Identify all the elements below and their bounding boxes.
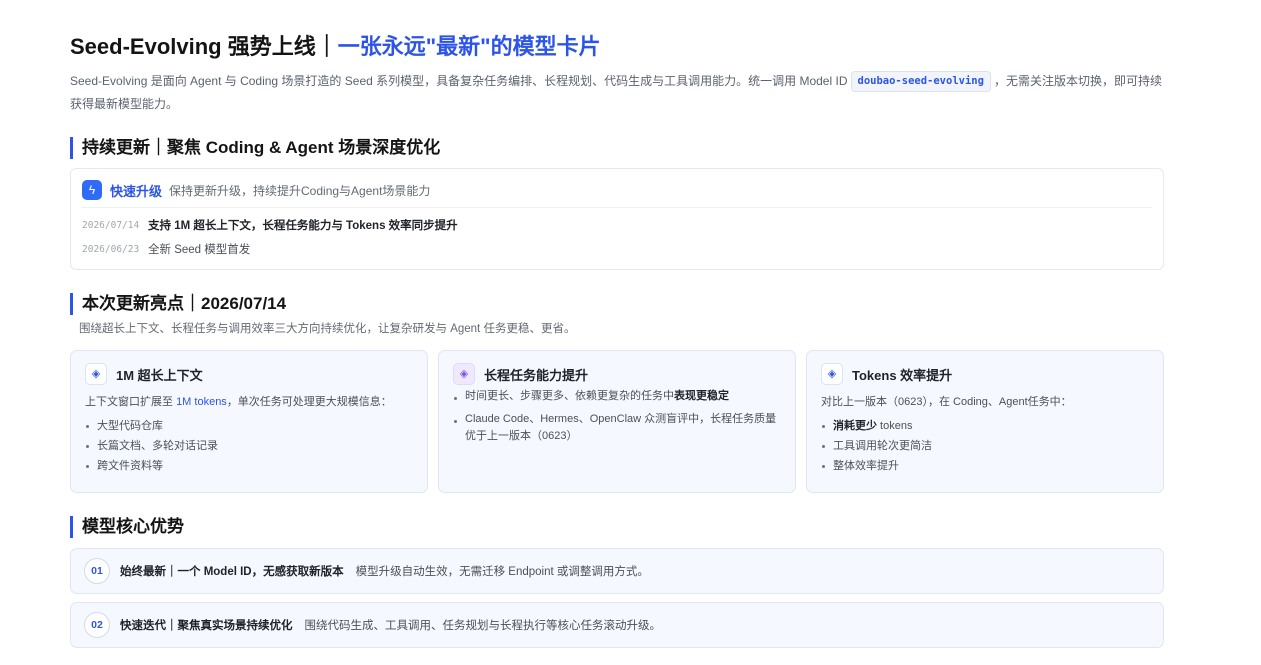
diamond-icon: ◈ (453, 363, 475, 385)
list-item: 时间更长、步骤更多、依赖更复杂的任务中表现更稳定 (453, 388, 781, 405)
list-item: 工具调用轮次更简洁 (821, 436, 1149, 456)
model-card-page: Seed-Evolving 强势上线｜一张永远"最新"的模型卡片 Seed-Ev… (70, 34, 1164, 648)
list-item: 跨文件资料等 (85, 456, 413, 476)
advantage-desc: 围绕代码生成、工具调用、任务规划与长程执行等核心任务滚动升级。 (304, 620, 662, 632)
list-item: 大型代码仓库 (85, 416, 413, 436)
feature-card-header: ◈ 长程任务能力提升 (453, 363, 781, 385)
list-item: Claude Code、Hermes、OpenClaw 众测盲评中，长程任务质量… (453, 411, 781, 445)
advantage-number: 01 (84, 558, 110, 584)
feature-card-title: Tokens 效率提升 (852, 367, 953, 383)
feature-card-lead: 上下文窗口扩展至 1M tokens，单次任务可处理更大规模信息： (85, 393, 413, 411)
log-row: 2026/06/23 全新 Seed 模型首发 (82, 242, 1152, 257)
log-date: 2026/06/23 (82, 243, 140, 255)
intro-text-before: Seed-Evolving 是面向 Agent 与 Coding 场景打造的 S… (70, 74, 848, 88)
update-divider (82, 207, 1152, 208)
advantage-desc: 模型升级自动生效，无需迁移 Endpoint 或调整调用方式。 (355, 566, 649, 578)
feature-card-tokens: ◈ Tokens 效率提升 对比上一版本（0623），在 Coding、Agen… (806, 350, 1164, 493)
page-title: Seed-Evolving 强势上线｜一张永远"最新"的模型卡片 (70, 34, 1164, 60)
feature-bullet-list: 大型代码仓库 长篇文档、多轮对话记录 跨文件资料等 (85, 416, 413, 476)
list-item: 消耗更少 tokens (821, 416, 1149, 436)
log-date: 2026/07/14 (82, 219, 140, 231)
list-item-text: tokens (877, 420, 913, 432)
section-title-highlights: 本次更新亮点｜2026/07/14 (70, 293, 1164, 315)
feature-bullet-list: 时间更长、步骤更多、依赖更复杂的任务中表现更稳定 Claude Code、Her… (453, 388, 781, 445)
feature-cards: ◈ 1M 超长上下文 上下文窗口扩展至 1M tokens，单次任务可处理更大规… (70, 350, 1164, 493)
log-text: 支持 1M 超长上下文，长程任务能力与 Tokens 效率同步提升 (148, 220, 458, 232)
lead-text: ，单次任务可处理更大规模信息： (226, 396, 392, 408)
feature-card-title: 长程任务能力提升 (484, 367, 589, 383)
update-card: ϟ 快速升级 保持更新升级，持续提升Coding与Agent场景能力 2026/… (70, 168, 1164, 270)
diamond-icon: ◈ (821, 363, 843, 385)
intro-paragraph: Seed-Evolving 是面向 Agent 与 Coding 场景打造的 S… (70, 70, 1164, 116)
list-item-text: 时间更长、步骤更多、依赖更复杂的任务中 (465, 390, 674, 402)
feature-card-lead: 对比上一版本（0623），在 Coding、Agent任务中： (821, 396, 1072, 408)
log-text: 全新 Seed 模型首发 (148, 244, 251, 256)
update-badge-name: 快速升级 (110, 183, 163, 199)
feature-card-title: 1M 超长上下文 (116, 367, 203, 383)
advantage-row: 01 始终最新｜一个 Model ID，无感获取新版本 模型升级自动生效，无需迁… (70, 548, 1164, 594)
log-row: 2026/07/14 支持 1M 超长上下文，长程任务能力与 Tokens 效率… (82, 218, 1152, 233)
section-title-continuous: 持续更新｜聚焦 Coding & Agent 场景深度优化 (70, 137, 1164, 159)
title-accent: 一张永远"最新"的模型卡片 (337, 34, 601, 59)
lead-highlight: 1M tokens (176, 396, 227, 408)
advantage-number: 02 (84, 612, 110, 638)
feature-card-header: ◈ Tokens 效率提升 (821, 363, 1149, 385)
advantage-title: 始终最新｜一个 Model ID，无感获取新版本 (120, 566, 344, 578)
feature-card-context: ◈ 1M 超长上下文 上下文窗口扩展至 1M tokens，单次任务可处理更大规… (70, 350, 428, 493)
diamond-icon: ◈ (85, 363, 107, 385)
feature-card-header: ◈ 1M 超长上下文 (85, 363, 413, 385)
list-item-bold: 消耗更少 (833, 420, 877, 432)
advantage-row: 02 快速迭代｜聚焦真实场景持续优化 围绕代码生成、工具调用、任务规划与长程执行… (70, 602, 1164, 648)
highlights-subtitle: 围绕超长上下文、长程任务与调用效率三大方向持续优化，让复杂研发与 Agent 任… (79, 323, 576, 335)
update-card-header: ϟ 快速升级 保持更新升级，持续提升Coding与Agent场景能力 (82, 179, 1152, 201)
update-badge-desc: 保持更新升级，持续提升Coding与Agent场景能力 (169, 183, 431, 198)
title-main: Seed-Evolving 强势上线｜ (70, 34, 338, 59)
feature-card-long-task: ◈ 长程任务能力提升 时间更长、步骤更多、依赖更复杂的任务中表现更稳定 Clau… (438, 350, 796, 493)
lightning-bolt-icon: ϟ (82, 180, 102, 200)
list-item: 整体效率提升 (821, 456, 1149, 476)
section-title-advantages: 模型核心优势 (70, 516, 1164, 538)
model-id-chip[interactable]: doubao-seed-evolving (850, 71, 991, 92)
advantage-title: 快速迭代｜聚焦真实场景持续优化 (120, 620, 293, 632)
list-item-bold: 表现更稳定 (674, 390, 729, 402)
lead-text: 上下文窗口扩展至 (85, 396, 177, 408)
list-item: 长篇文档、多轮对话记录 (85, 436, 413, 456)
feature-bullet-list: 消耗更少 tokens 工具调用轮次更简洁 整体效率提升 (821, 416, 1149, 476)
